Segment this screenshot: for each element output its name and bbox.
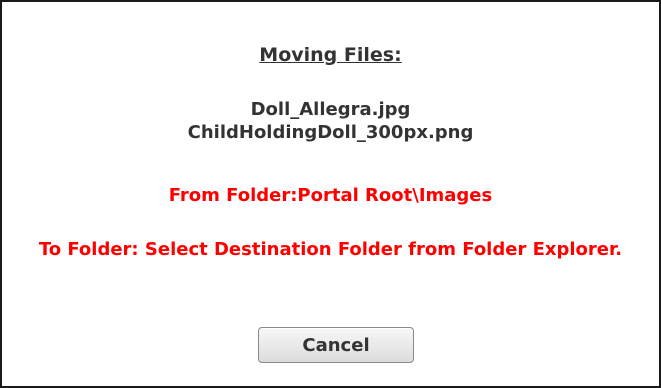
from-folder-text: From Folder:Portal Root\Images xyxy=(168,185,493,206)
file-name: Doll_Allegra.jpg xyxy=(250,99,411,120)
file-name: ChildHoldingDoll_300px.png xyxy=(187,122,474,143)
to-folder-text: To Folder: Select Destination Folder fro… xyxy=(38,239,623,260)
file-list: Doll_Allegra.jpg ChildHoldingDoll_300px.… xyxy=(2,98,659,144)
move-files-dialog: Moving Files: Doll_Allegra.jpg ChildHold… xyxy=(0,0,661,388)
cancel-button[interactable]: Cancel xyxy=(258,327,414,363)
dialog-heading: Moving Files: xyxy=(259,44,402,66)
